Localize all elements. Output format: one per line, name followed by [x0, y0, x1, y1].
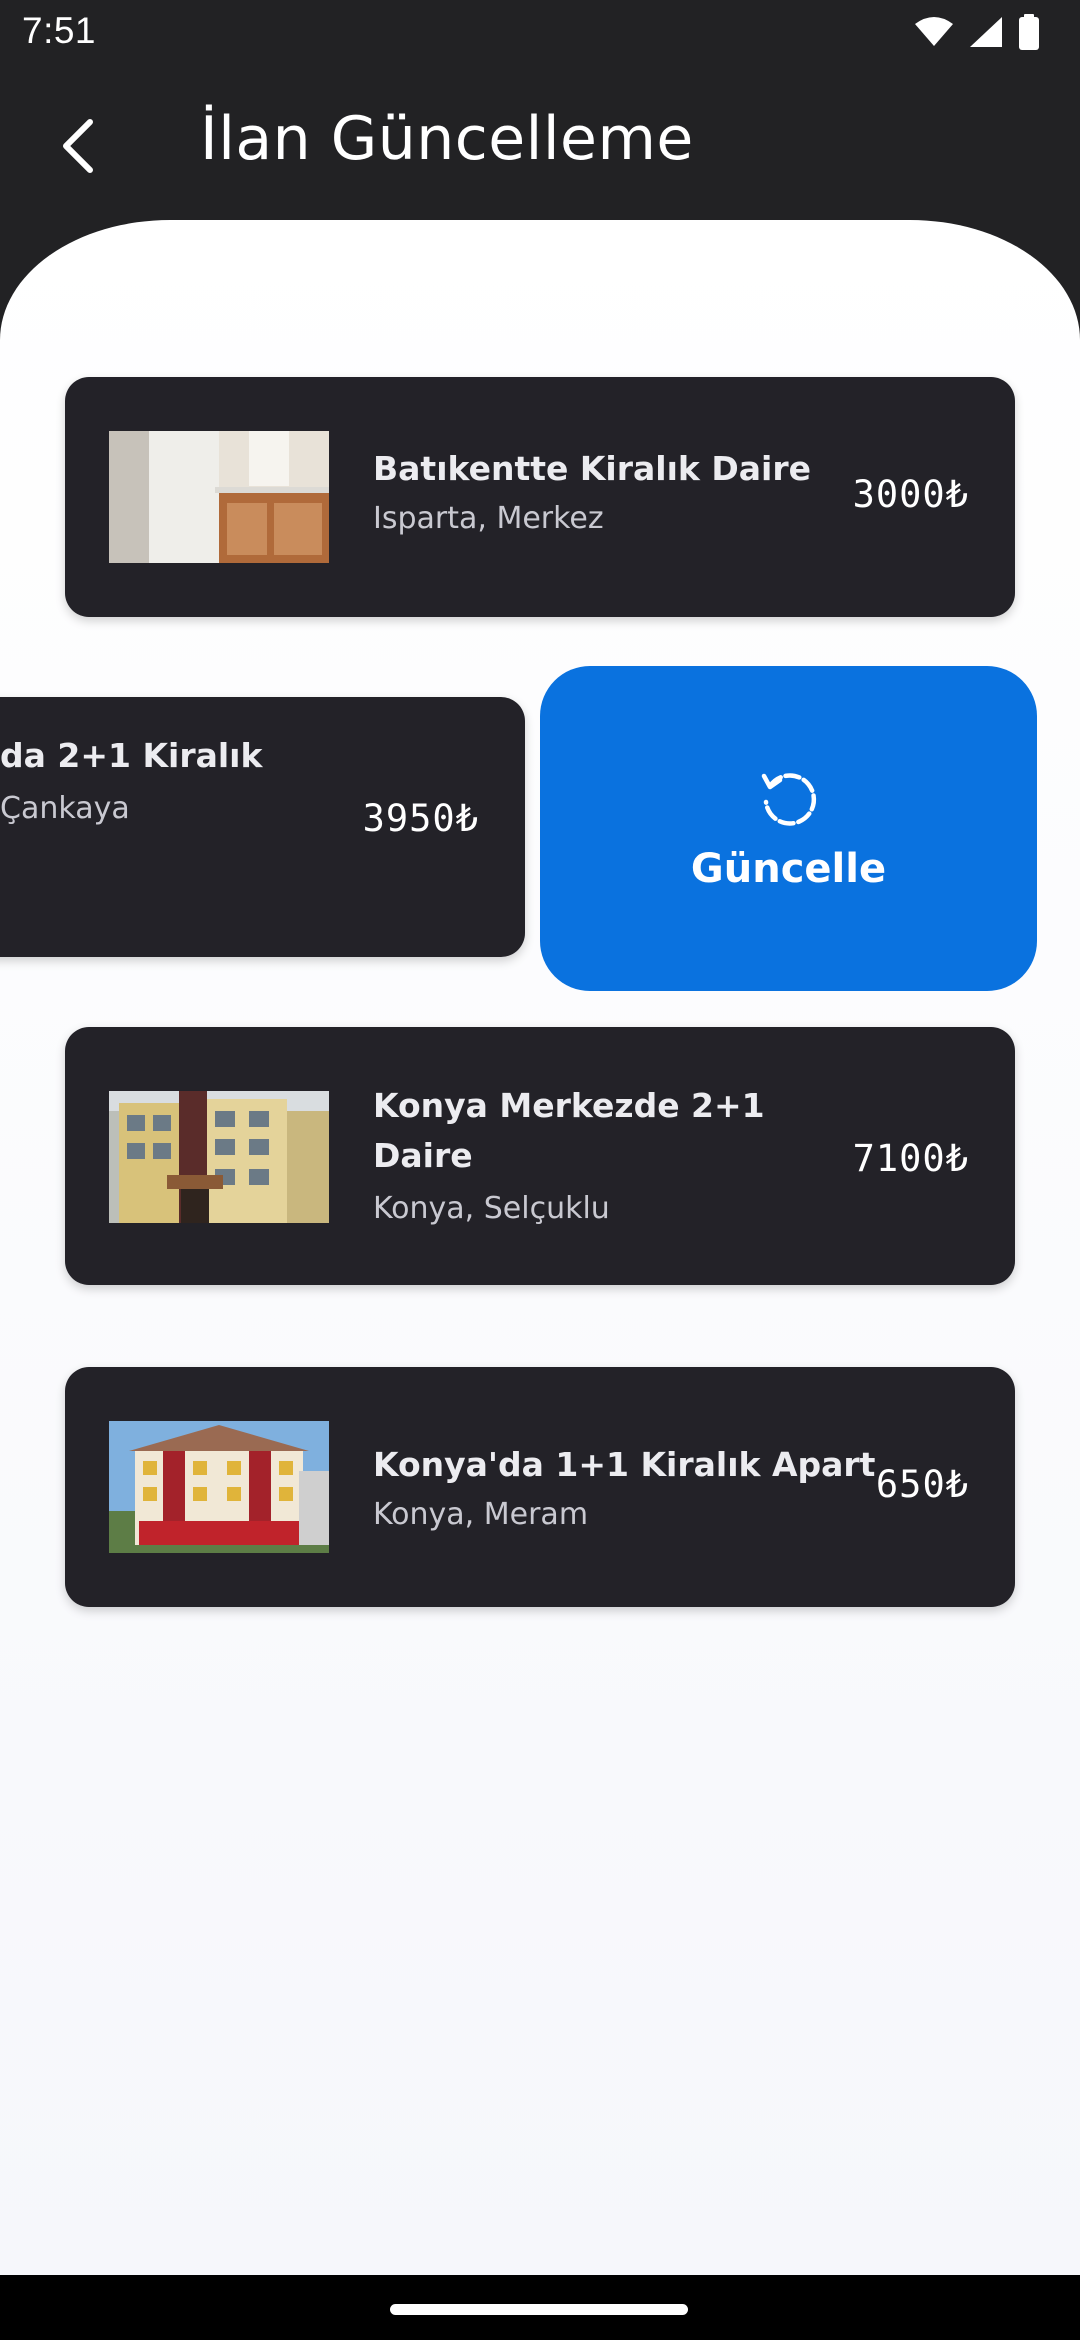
listing-price: 650₺: [875, 1463, 969, 1506]
listing-thumbnail: [109, 431, 329, 563]
listing-title: Batıkentte Kiralık Daire: [373, 449, 811, 488]
listing-location: Çankaya: [0, 791, 130, 826]
wifi-icon: [915, 17, 953, 46]
arrow-back-icon: [63, 119, 93, 173]
listing-sheet: Batıkentte Kiralık Daire Isparta, Merkez…: [0, 220, 1080, 2275]
battery-icon: [1019, 14, 1039, 50]
status-icons: [914, 14, 1040, 50]
listing-title-line-1: Konya Merkezde 2+1: [373, 1086, 765, 1125]
listing-title-line-2: Daire: [373, 1136, 473, 1175]
apart-building-photo: [109, 1421, 329, 1553]
listing-thumbnail: [109, 1091, 329, 1223]
listing-card[interactable]: Konya Merkezde 2+1 Daire Konya, Selçuklu…: [65, 1027, 1015, 1285]
listing-title: Konya'da 1+1 Kiralık Apart: [373, 1445, 876, 1484]
apartment-building-photo: [109, 1091, 329, 1223]
kitchen-photo: [109, 431, 329, 563]
listing-card-swiped[interactable]: da 2+1 Kiralık Çankaya 3950₺: [0, 697, 525, 957]
cell-signal-icon: [970, 17, 1002, 47]
listing-price: 3000₺: [852, 473, 969, 516]
update-button-label: Güncelle: [690, 845, 887, 892]
app-bar: İlan Güncelleme: [0, 64, 1080, 224]
listing-price: 3950₺: [362, 797, 479, 840]
listing-title: da 2+1 Kiralık: [0, 736, 263, 775]
listing-location: Konya, Selçuklu: [373, 1191, 610, 1226]
listing-card[interactable]: Konya'da 1+1 Kiralık Apart Konya, Meram …: [65, 1367, 1015, 1607]
refresh-icon: [761, 772, 816, 826]
update-button[interactable]: Güncelle: [540, 666, 1037, 991]
listing-price: 7100₺: [852, 1137, 969, 1180]
system-navigation-bar: [0, 2275, 1080, 2340]
listing-location: Konya, Meram: [373, 1497, 589, 1532]
status-time: 7:51: [22, 10, 97, 51]
listing-location: Isparta, Merkez: [373, 501, 604, 536]
status-bar: 7:51: [0, 0, 1080, 64]
back-button[interactable]: [40, 110, 112, 182]
page-title: İlan Güncelleme: [200, 104, 694, 174]
listing-thumbnail: [109, 1421, 329, 1553]
listing-card[interactable]: Batıkentte Kiralık Daire Isparta, Merkez…: [65, 377, 1015, 617]
listing-title: Konya Merkezde 2+1 Daire: [373, 1081, 765, 1181]
home-indicator[interactable]: [390, 2304, 688, 2315]
